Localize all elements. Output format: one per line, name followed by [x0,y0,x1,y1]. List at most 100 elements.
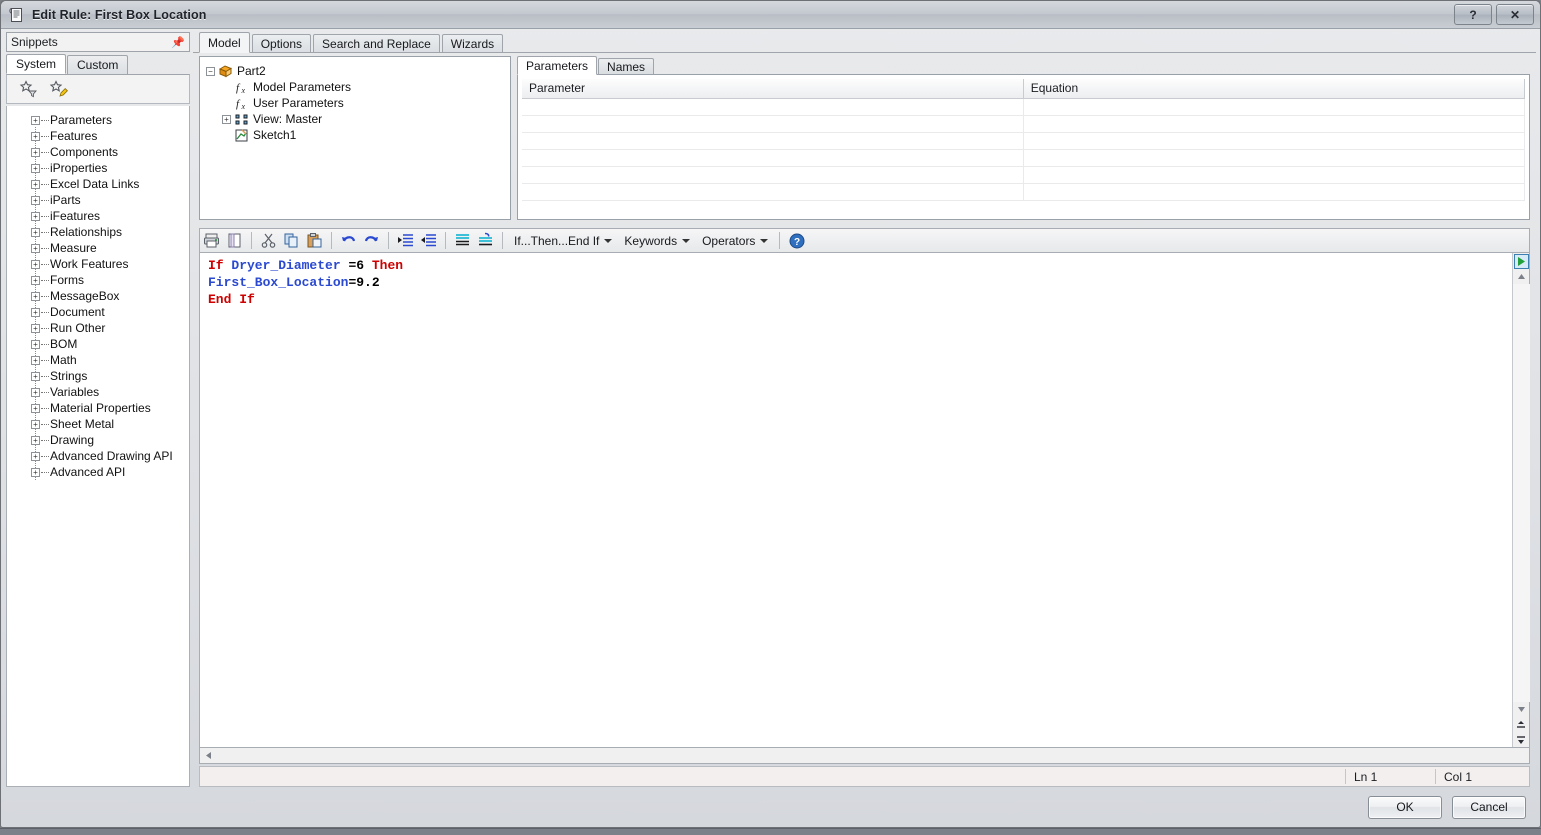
scroll-down-arrow[interactable] [1513,702,1530,717]
table-cell[interactable] [1023,166,1526,184]
snippet-node-material-properties[interactable]: + Material Properties [7,399,189,416]
model-node-sketch1[interactable]: Sketch1 [206,127,510,143]
snippet-node-strings[interactable]: + Strings [7,367,189,384]
copy-icon[interactable] [280,230,303,252]
redo-icon[interactable] [360,230,383,252]
outdent-icon[interactable] [417,230,440,252]
tab-names[interactable]: Names [598,58,655,75]
expand-plus-icon[interactable]: + [31,227,40,237]
column-header-equation[interactable]: Equation [1023,79,1526,99]
expand-plus-icon[interactable]: + [31,403,40,413]
cancel-button[interactable]: Cancel [1452,795,1526,819]
split-up-icon[interactable] [1513,717,1530,732]
snippet-node-measure[interactable]: + Measure [7,239,189,256]
expand-plus-icon[interactable]: + [31,211,40,221]
operators-dropdown[interactable]: Operators [696,230,774,251]
tab-options[interactable]: Options [251,34,312,53]
expand-plus-icon[interactable]: + [31,307,40,317]
snippets-tree[interactable]: + Parameters + Features + Components + iPropert… [6,106,190,787]
expand-plus-icon[interactable]: + [31,243,40,253]
snippet-node-relationships[interactable]: + Relationships [7,223,189,240]
editor-vertical-scrollbar[interactable] [1512,253,1530,747]
snippet-node-iparts[interactable]: + iParts [7,191,189,208]
expand-plus-icon[interactable]: + [31,163,40,173]
snippet-node-parameters[interactable]: + Parameters [7,112,189,128]
model-tree[interactable]: − Part2 f x Model Parameters f x User Parameter… [199,56,511,220]
table-row[interactable] [522,132,1526,150]
print-preview-icon[interactable] [223,230,246,252]
table-row[interactable] [522,98,1526,116]
expand-toggle-icon[interactable]: + [222,114,231,124]
if-then-endif-dropdown[interactable]: If...Then...End If [508,230,618,251]
expand-toggle-icon[interactable]: − [206,66,215,76]
tab-custom[interactable]: Custom [67,55,129,74]
snippet-node-document[interactable]: + Document [7,303,189,320]
table-cell[interactable] [522,132,1024,150]
split-down-icon[interactable] [1513,732,1530,747]
snippet-node-messagebox[interactable]: + MessageBox [7,287,189,304]
filter-snippets-icon[interactable] [19,79,39,99]
model-node-part2[interactable]: − Part2 [206,63,510,79]
snippet-node-advanced-api[interactable]: + Advanced API [7,463,189,480]
snippet-node-features[interactable]: + Features [7,127,189,144]
table-cell[interactable] [1023,183,1526,201]
comment-block-icon[interactable] [451,230,474,252]
undo-icon[interactable] [337,230,360,252]
snippet-node-advanced-drawing-api[interactable]: + Advanced Drawing API [7,447,189,464]
expand-plus-icon[interactable]: + [31,467,40,477]
scroll-left-arrow[interactable] [200,749,216,763]
table-row[interactable] [522,115,1526,133]
table-cell[interactable] [1023,132,1526,150]
table-cell[interactable] [522,98,1024,116]
snippet-node-sheet-metal[interactable]: + Sheet Metal [7,415,189,432]
keywords-dropdown[interactable]: Keywords [618,230,696,251]
snippet-node-forms[interactable]: + Forms [7,271,189,288]
uncomment-block-icon[interactable] [474,230,497,252]
code-text-area[interactable]: If Dryer_Diameter =6 Then First_Box_Locat… [200,253,1512,747]
model-node-user-parameters[interactable]: f x User Parameters [206,95,510,111]
snippet-node-work-features[interactable]: + Work Features [7,255,189,272]
snippet-node-math[interactable]: + Math [7,351,189,368]
expand-plus-icon[interactable]: + [31,371,40,381]
expand-plus-icon[interactable]: + [31,451,40,461]
column-header-parameter[interactable]: Parameter [522,79,1024,99]
snippet-node-excel-data-links[interactable]: + Excel Data Links [7,175,189,192]
snippet-node-drawing[interactable]: + Drawing [7,431,189,448]
expand-plus-icon[interactable]: + [31,195,40,205]
table-cell[interactable] [522,149,1024,167]
expand-plus-icon[interactable]: + [31,131,40,141]
snippet-node-run-other[interactable]: + Run Other [7,319,189,336]
help-button[interactable]: ? [1454,4,1492,25]
expand-plus-icon[interactable]: + [31,115,40,125]
print-icon[interactable] [200,230,223,252]
tab-search-and-replace[interactable]: Search and Replace [313,34,440,53]
expand-plus-icon[interactable]: + [31,259,40,269]
close-button[interactable]: ✕ [1496,4,1534,25]
scroll-up-arrow[interactable] [1513,269,1530,284]
expand-plus-icon[interactable]: + [31,275,40,285]
run-play-icon[interactable] [1513,254,1529,269]
tab-system[interactable]: System [6,54,67,74]
tab-parameters[interactable]: Parameters [517,56,598,75]
pin-icon[interactable]: 📌 [171,36,185,49]
table-cell[interactable] [522,183,1024,201]
model-node-view-master[interactable]: + View: Master [206,111,510,127]
table-row[interactable] [522,149,1526,167]
snippet-node-components[interactable]: + Components [7,143,189,160]
snippet-node-bom[interactable]: + BOM [7,335,189,352]
tab-wizards[interactable]: Wizards [441,34,504,53]
ok-button[interactable]: OK [1368,795,1442,819]
table-cell[interactable] [522,166,1024,184]
table-cell[interactable] [522,115,1024,133]
tab-model[interactable]: Model [199,32,250,53]
snippet-node-variables[interactable]: + Variables [7,383,189,400]
editor-horizontal-scrollbar[interactable] [199,748,1530,764]
expand-plus-icon[interactable]: + [31,435,40,445]
table-cell[interactable] [1023,115,1526,133]
snippet-node-ifeatures[interactable]: + iFeatures [7,207,189,224]
cut-icon[interactable] [257,230,280,252]
table-row[interactable] [522,183,1526,201]
paste-icon[interactable] [303,230,326,252]
table-cell[interactable] [1023,98,1526,116]
edit-snippets-icon[interactable] [49,79,69,99]
